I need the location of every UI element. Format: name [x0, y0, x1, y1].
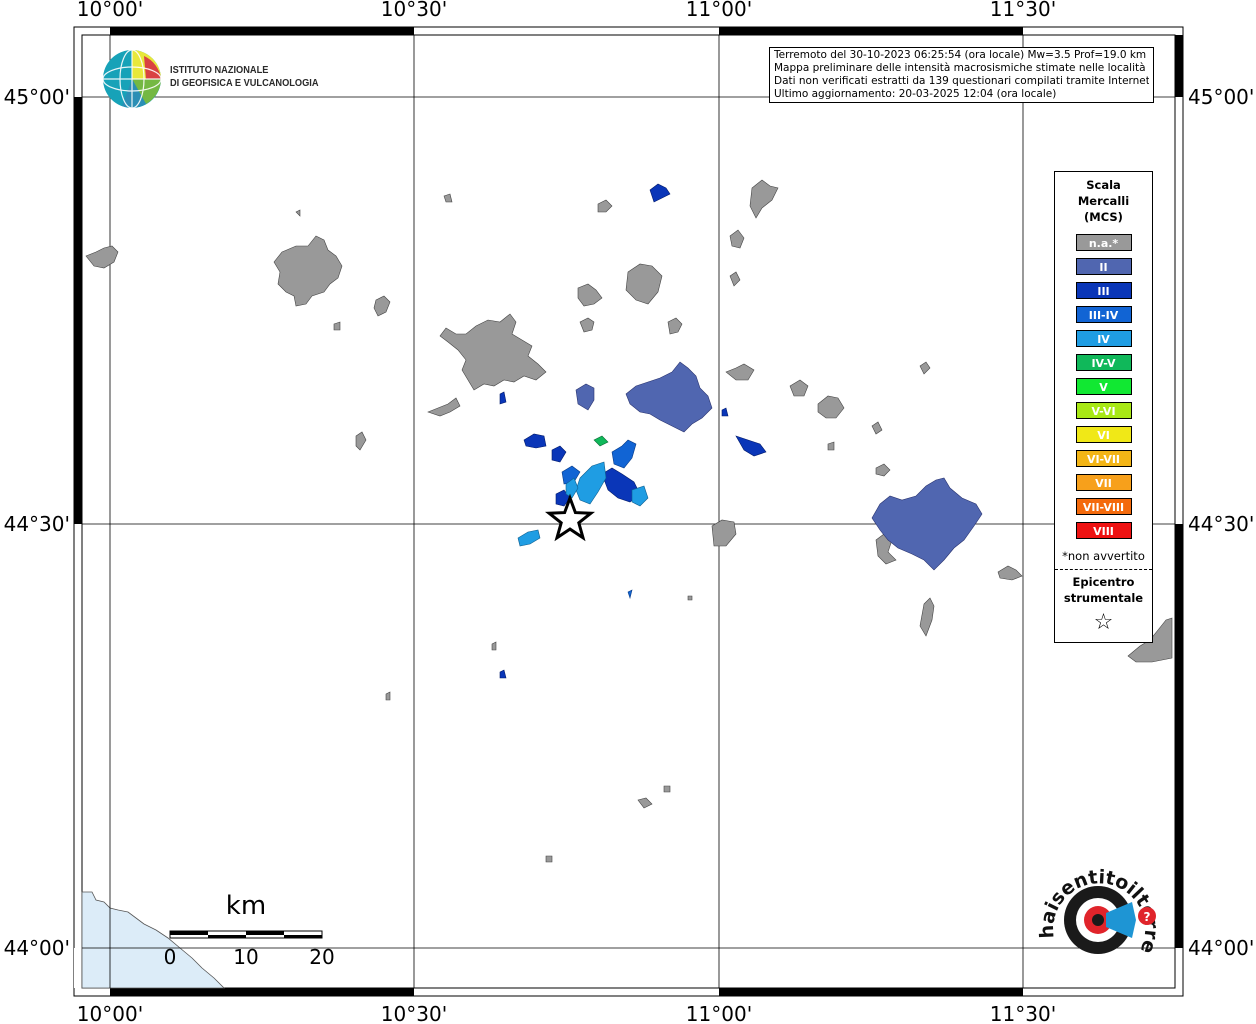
legend-epicenter-line2: strumentale	[1063, 591, 1144, 605]
logo-center	[1092, 914, 1104, 926]
legend-item-vivii: VI-VII	[1075, 450, 1132, 467]
coord-left-1: 45°00'	[4, 85, 70, 109]
locality-ad	[687, 595, 693, 601]
legend-title-line1: Scala	[1086, 178, 1121, 192]
legend-item-ivv: IV-V	[1075, 354, 1132, 371]
legend-epicenter-line1: Epicentro	[1072, 575, 1135, 589]
legend-item-vii: VII	[1075, 474, 1132, 491]
scale-label-10: 10	[233, 945, 258, 969]
globe-icon	[102, 49, 162, 109]
coord-bottom-1: 10°00'	[77, 1002, 143, 1024]
legend-item-vi: VI	[1075, 426, 1132, 443]
info-data-source: Dati non verificati estratti da 139 ques…	[774, 75, 1149, 87]
legend-title: Scala Mercalli (MCS)	[1055, 177, 1152, 225]
legend-item-ii: II	[1075, 258, 1132, 275]
coord-right-1: 45°00'	[1188, 85, 1254, 109]
coord-top-3: 11°00'	[686, 0, 752, 21]
legend-item-na: n.a.*	[1075, 234, 1132, 251]
ingv-name-line2: DI GEOFISICA E VULCANOLOGIA	[170, 77, 319, 89]
legend-title-line2: Mercalli	[1077, 194, 1130, 208]
coord-top-2: 10°30'	[381, 0, 447, 21]
logo-question-icon: ?	[1144, 910, 1151, 924]
coord-left-2: 44°30'	[4, 512, 70, 536]
earthquake-info-box: Terremoto del 30-10-2023 06:25:54 (ora l…	[769, 47, 1154, 103]
locality-ae	[663, 785, 671, 793]
legend-title-line3: (MCS)	[1084, 210, 1123, 224]
info-description: Mappa preliminare delle intensità macros…	[774, 62, 1146, 74]
coord-bottom-4: 11°30'	[990, 1002, 1056, 1024]
legend-item-v: V	[1075, 378, 1132, 395]
ingv-name-line1: ISTITUTO NAZIONALE	[170, 64, 269, 76]
legend-item-vvi: V-VI	[1075, 402, 1132, 419]
mcs-legend: Scala Mercalli (MCS) n.a.* II III III-IV IV I…	[1054, 171, 1153, 643]
scale-label-0: 0	[164, 945, 177, 969]
coord-bottom-3: 11°00'	[686, 1002, 752, 1024]
ingv-logo: ISTITUTO NAZIONALE DI GEOFISICA E VULCAN…	[102, 48, 322, 110]
locality-aa	[545, 855, 553, 863]
legend-separator	[1055, 569, 1152, 570]
info-last-update: Ultimo aggiornamento: 20-03-2025 12:04 (…	[774, 88, 1057, 100]
legend-item-iv: IV	[1075, 330, 1132, 347]
scale-label-20: 20	[309, 945, 334, 969]
haisentito-logo: haisentitoilterremoto.it ?	[1026, 841, 1166, 978]
legend-epicenter-label: Epicentro strumentale	[1055, 574, 1152, 606]
map-frame	[73, 26, 1184, 997]
coord-top-1: 10°00'	[77, 0, 143, 21]
coord-left-3: 44°00'	[4, 936, 70, 960]
info-event: Terremoto del 30-10-2023 06:25:54 (ora l…	[774, 49, 1147, 61]
coord-right-3: 44°00'	[1188, 936, 1254, 960]
legend-item-iii: III	[1075, 282, 1132, 299]
legend-items: n.a.* II III III-IV IV IV-V V V-VI VI VI-VII VII VI…	[1055, 234, 1152, 539]
coord-bottom-2: 10°30'	[381, 1002, 447, 1024]
haisentito-logo-graphic: haisentitoilterremoto.it ?	[1026, 841, 1162, 957]
coord-right-2: 44°30'	[1188, 512, 1254, 536]
legend-item-viii: VIII	[1075, 522, 1132, 539]
ingv-name: ISTITUTO NAZIONALE DI GEOFISICA E VULCAN…	[170, 64, 319, 90]
legend-star-icon: ☆	[1093, 610, 1114, 635]
legend-item-viiviii: VII-VIII	[1075, 498, 1132, 515]
coord-top-4: 11°30'	[990, 0, 1056, 21]
legend-note: *non avvertito	[1062, 549, 1145, 563]
scale-unit: km	[226, 891, 266, 921]
legend-item-iiiiv: III-IV	[1075, 306, 1132, 323]
